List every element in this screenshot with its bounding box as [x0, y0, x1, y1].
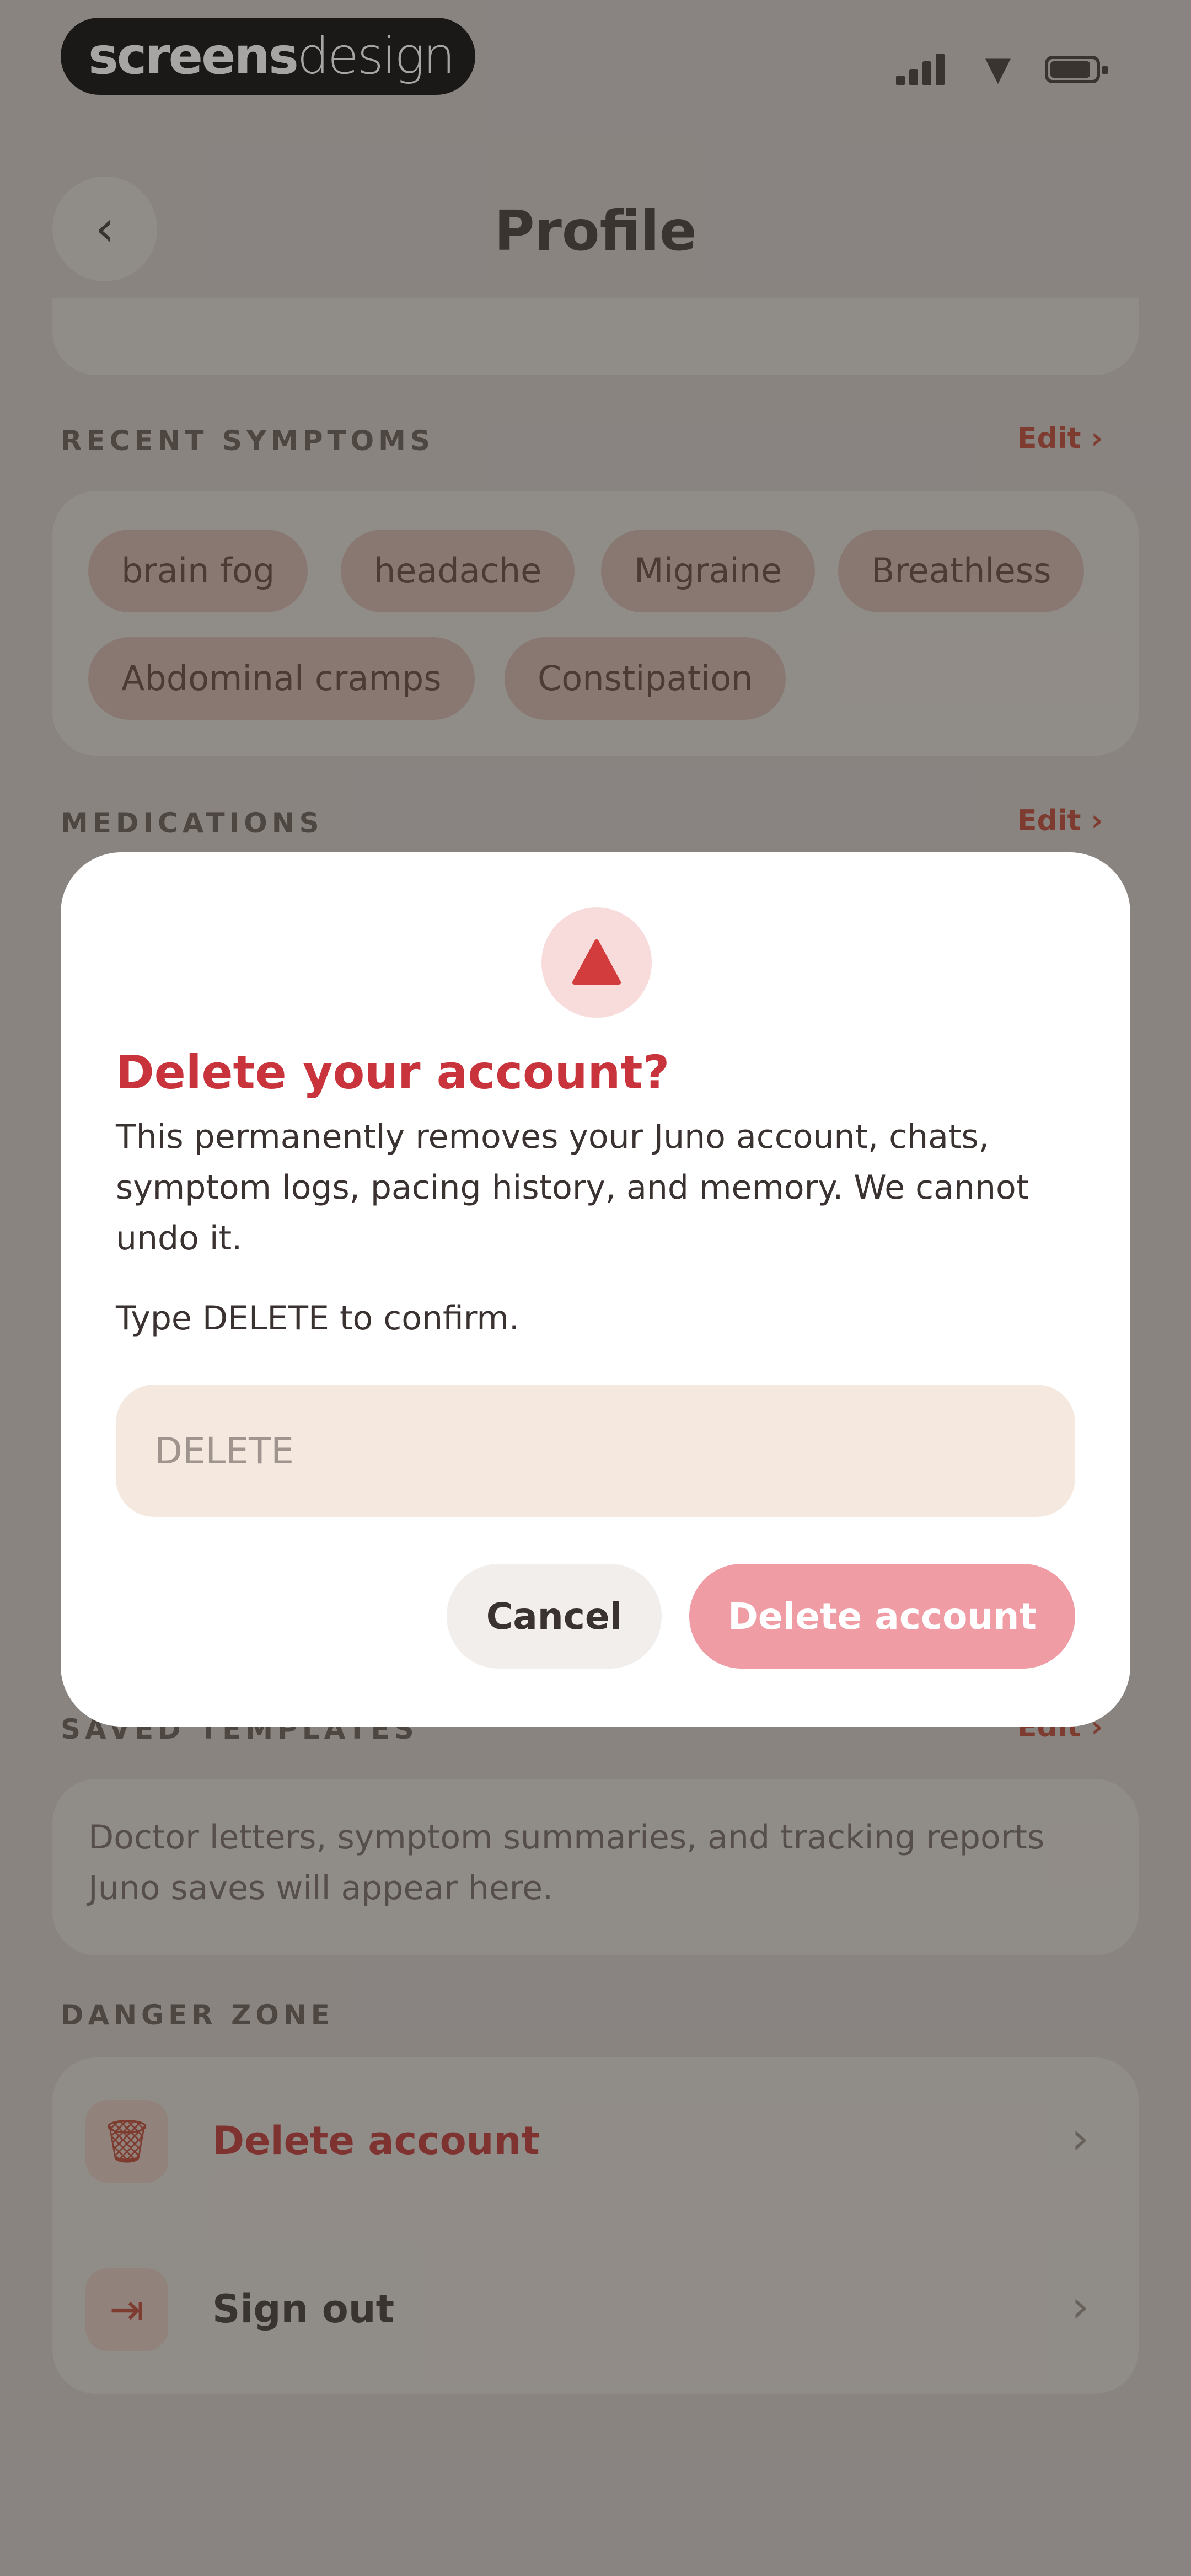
confirm-delete-input[interactable]	[116, 1385, 1075, 1517]
delete-account-button[interactable]: Delete account	[689, 1564, 1075, 1669]
delete-account-dialog: Delete your account? This permanently re…	[61, 852, 1130, 1727]
dialog-message: This permanently removes your Juno accou…	[116, 1118, 1029, 1258]
confirm-instruction: Type DELETE to confirm.	[116, 1299, 519, 1338]
warning-icon	[541, 907, 652, 1018]
cancel-button[interactable]: Cancel	[447, 1564, 662, 1669]
dialog-title: Delete your account?	[116, 1045, 670, 1099]
